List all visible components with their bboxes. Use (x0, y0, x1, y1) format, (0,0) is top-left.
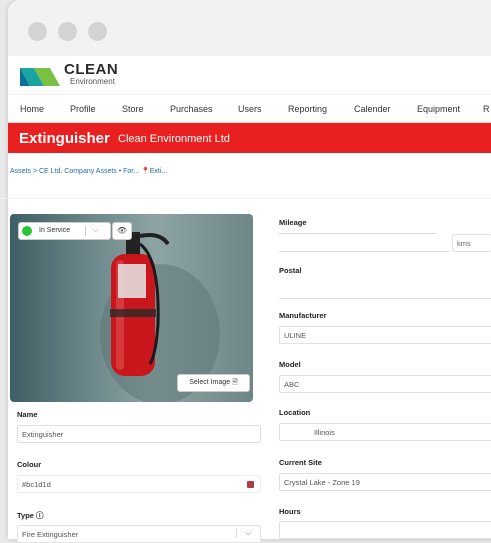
asset-photo: In Service ⌵ 👁 Select Image 🗎 (10, 214, 253, 402)
nav-item-home[interactable]: Home (20, 104, 44, 114)
nav-item-reporting[interactable]: Reporting (288, 104, 327, 114)
window-minimize-dot[interactable] (58, 22, 77, 41)
chevron-down-icon: ⌵ (93, 227, 99, 234)
type-label: Type ⓘ (17, 511, 44, 520)
clean-environment-logo-icon[interactable] (20, 64, 60, 86)
hours-label: Hours (279, 507, 301, 516)
nav-item-purchases[interactable]: Purchases (170, 104, 213, 114)
chevron-down-icon[interactable]: ⌵ (236, 528, 251, 538)
nav-item-calender[interactable]: Calender (354, 104, 391, 114)
nav-item-more[interactable]: R (483, 104, 490, 114)
mileage-label: Mileage (279, 218, 307, 227)
postal-label: Postal (279, 266, 302, 275)
current-site-select[interactable]: Crystal Lake - Zone 19 (279, 473, 491, 491)
name-input[interactable]: Extinguisher (17, 425, 261, 443)
colour-input[interactable]: #bc1d1d (17, 475, 261, 493)
location-label: Location (279, 408, 311, 417)
postal-input[interactable] (279, 281, 491, 299)
status-select-separator (85, 226, 86, 236)
breadcrumb-path[interactable]: Assets > CE Ltd. Company Assets • For... (10, 168, 141, 175)
hours-input[interactable] (279, 521, 491, 539)
window-close-dot[interactable] (28, 22, 47, 41)
select-image-label: Select Image (189, 379, 231, 386)
colour-label: Colour (17, 460, 42, 469)
model-input[interactable]: ABC (279, 375, 491, 393)
select-image-button[interactable]: Select Image 🗎 (177, 374, 250, 392)
main-nav: Home Profile Store Purchases Users Repor… (8, 95, 491, 123)
nav-item-equipment[interactable]: Equipment (417, 104, 460, 114)
nav-item-store[interactable]: Store (122, 104, 144, 114)
manufacturer-input[interactable]: ULINE (279, 326, 491, 344)
window-maximize-dot[interactable] (88, 22, 107, 41)
status-select-value: In Service (39, 227, 71, 234)
view-photo-button[interactable]: 👁 (112, 222, 132, 240)
name-label: Name (17, 410, 38, 419)
location-input[interactable]: Illinois (279, 423, 491, 441)
pin-icon: 📍 (141, 168, 150, 175)
logo-bar: CLEAN Environment (8, 56, 491, 95)
mileage-input[interactable] (279, 234, 449, 252)
window-titlebar (8, 0, 491, 56)
nav-item-users[interactable]: Users (238, 104, 262, 114)
nav-item-profile[interactable]: Profile (70, 104, 96, 114)
model-label: Model (279, 360, 301, 369)
eye-icon: 👁 (116, 226, 128, 235)
page-header: Extinguisher Clean Environment Ltd (8, 123, 491, 153)
document-icon: 🗎 (232, 379, 238, 386)
logo-line1: CLEAN (64, 61, 119, 78)
divider (0, 198, 491, 199)
breadcrumb[interactable]: Assets > CE Ltd. Company Assets • For...… (10, 167, 167, 175)
type-select[interactable]: Fire Extinguisher (17, 525, 261, 543)
logo-line2: Environment (70, 77, 115, 86)
status-green-dot-icon (22, 226, 32, 236)
mileage-unit[interactable]: kms (452, 234, 491, 252)
colour-swatch[interactable] (247, 481, 254, 488)
logo-text: CLEAN Environment (64, 62, 118, 86)
status-select[interactable]: In Service ⌵ (18, 222, 111, 240)
page-title: Extinguisher (19, 130, 110, 147)
breadcrumb-current[interactable]: Exti... (150, 168, 168, 175)
manufacturer-label: Manufacturer (279, 311, 327, 320)
current-site-label: Current Site (279, 458, 322, 467)
company-name: Clean Environment Ltd (118, 133, 230, 145)
